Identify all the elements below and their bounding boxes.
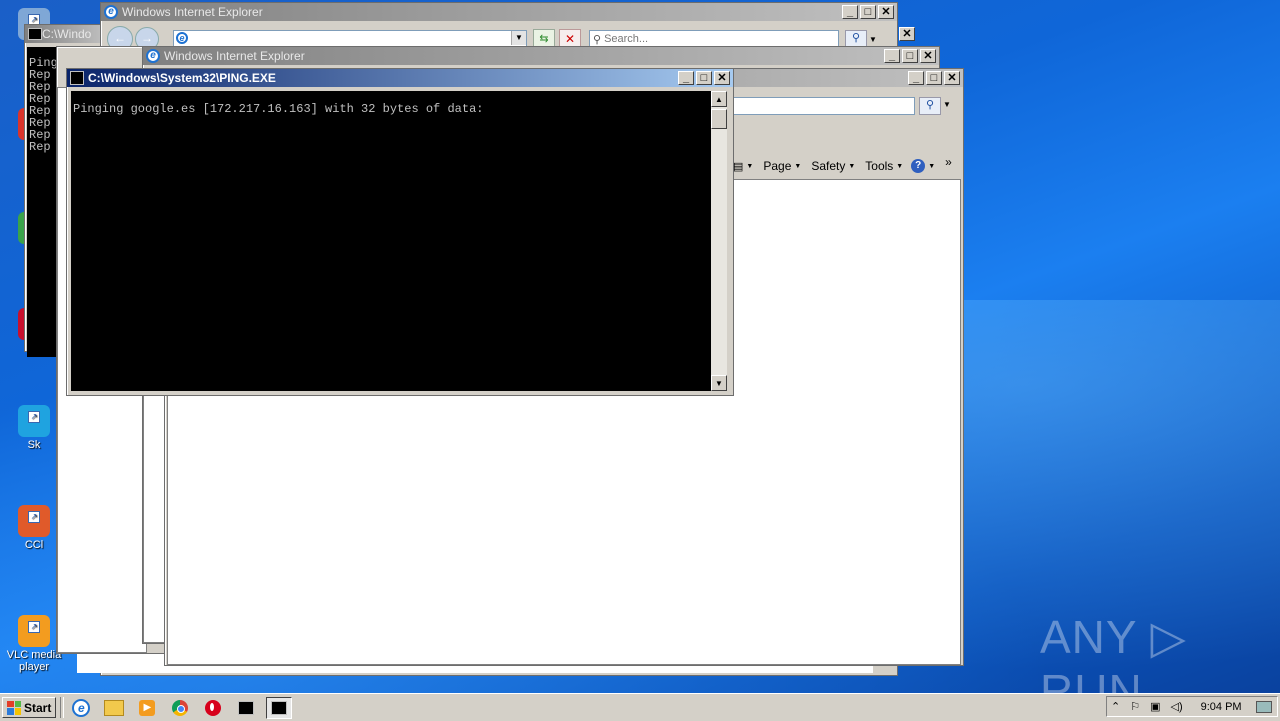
clock[interactable]: 9:04 PM xyxy=(1201,701,1242,713)
close-button[interactable]: ✕ xyxy=(944,71,960,85)
command-bar: ▤ ▼ Page ▼ Safety ▼ Tools ▼ ? ▼ » xyxy=(733,155,952,173)
taskbar-chrome-icon[interactable] xyxy=(167,697,193,719)
ping-output-line: Pinging google.es [172.217.16.163] with … xyxy=(73,102,484,116)
shortcut-arrow-icon: ↗ xyxy=(28,621,40,633)
ping-output: Pinging google.es [172.217.16.163] with … xyxy=(71,91,711,391)
desktop-icon[interactable]: ↗ Sk xyxy=(4,405,64,451)
page-menu[interactable]: Page xyxy=(763,159,791,173)
desktop-icon[interactable]: ↗ CCl xyxy=(4,505,64,551)
close-button[interactable]: ✕ xyxy=(920,49,936,63)
search-placeholder: Search... xyxy=(604,33,649,45)
minimize-button[interactable]: _ xyxy=(842,5,858,19)
maximize-button[interactable]: □ xyxy=(926,71,942,85)
taskbar: Start e ▶ ⌃ ⚐ ▣ ◁) 9:04 PM xyxy=(0,693,1280,721)
cmd-back-titlebar[interactable]: C:\Windo xyxy=(25,25,105,43)
console-scrollbar[interactable]: ▲ ▼ xyxy=(711,91,727,391)
search-icon: ⚲ xyxy=(593,33,602,46)
more-chevron-icon[interactable]: » xyxy=(945,155,952,169)
system-tray: ⌃ ⚐ ▣ ◁) 9:04 PM xyxy=(1106,696,1278,717)
app-icon: ↗ xyxy=(18,615,50,647)
taskbar-cmd-window-button[interactable] xyxy=(233,697,259,719)
action-center-flag-icon[interactable]: ⚐ xyxy=(1130,700,1140,713)
scroll-thumb[interactable] xyxy=(711,109,727,129)
ie-2-title: Windows Internet Explorer xyxy=(164,49,305,63)
minimize-button[interactable]: _ xyxy=(678,71,694,85)
taskbar-ie-icon[interactable]: e xyxy=(68,697,94,719)
desktop-icon-label: Sk xyxy=(27,439,41,451)
minimize-button[interactable]: _ xyxy=(908,71,924,85)
console-icon xyxy=(28,28,42,40)
close-button[interactable]: ✕ xyxy=(878,5,894,19)
safety-menu[interactable]: Safety xyxy=(811,159,845,173)
tools-menu[interactable]: Tools xyxy=(865,159,893,173)
close-button[interactable]: ✕ xyxy=(899,27,915,41)
address-dropdown[interactable]: ▼ xyxy=(511,31,526,45)
cmd-back-title: C:\Windo xyxy=(42,27,92,41)
minimize-button[interactable]: _ xyxy=(884,49,900,63)
ie-back-titlebar[interactable]: e Windows Internet Explorer _ □ ✕ xyxy=(101,3,897,21)
desktop-icon-label: CCl xyxy=(24,539,44,551)
show-desktop-icon[interactable] xyxy=(1255,700,1272,713)
taskbar-ping-window-button[interactable] xyxy=(266,696,293,719)
maximize-button[interactable]: □ xyxy=(696,71,712,85)
shortcut-arrow-icon: ↗ xyxy=(28,511,40,523)
maximize-button[interactable]: □ xyxy=(860,5,876,19)
network-icon[interactable]: ▣ xyxy=(1150,700,1160,713)
ie-front-search-field[interactable] xyxy=(733,97,915,115)
console-icon xyxy=(70,71,84,85)
start-label: Start xyxy=(24,700,52,715)
close-button[interactable]: ✕ xyxy=(714,71,730,85)
maximize-button[interactable]: □ xyxy=(902,49,918,63)
search-button-icon[interactable]: ⚲ xyxy=(919,97,941,115)
show-hidden-icons[interactable]: ⌃ xyxy=(1111,700,1120,713)
page-icon: e xyxy=(176,32,188,44)
ping-console-window[interactable]: C:\Windows\System32\PING.EXE _ □ ✕ Pingi… xyxy=(66,68,734,396)
ping-titlebar[interactable]: C:\Windows\System32\PING.EXE _ □ ✕ xyxy=(67,69,733,87)
taskbar-explorer-icon[interactable] xyxy=(101,697,127,719)
volume-icon[interactable]: ◁) xyxy=(1171,700,1183,713)
desktop-icon-label: VLC media player xyxy=(6,649,62,673)
app-icon: ↗ xyxy=(18,405,50,437)
ie-2-titlebar[interactable]: e Windows Internet Explorer _ □ ✕ xyxy=(143,47,939,65)
ie-icon: e xyxy=(104,5,118,19)
scroll-down-button[interactable]: ▼ xyxy=(711,375,727,391)
shortcut-arrow-icon: ↗ xyxy=(28,411,40,423)
start-button[interactable]: Start xyxy=(2,697,57,718)
ie-icon: e xyxy=(146,49,160,63)
help-icon[interactable]: ? xyxy=(911,159,926,173)
desktop-icon[interactable]: ↗ VLC media player xyxy=(4,615,64,673)
taskbar-opera-icon[interactable] xyxy=(200,697,226,719)
app-icon: ↗ xyxy=(18,505,50,537)
windows-logo-icon xyxy=(7,700,21,715)
ie-back-title: Windows Internet Explorer xyxy=(122,5,263,19)
taskbar-media-player-icon[interactable]: ▶ xyxy=(134,697,160,719)
search-options-icon[interactable]: ▼ xyxy=(869,35,877,44)
print-icon[interactable]: ▤ xyxy=(733,160,743,173)
ping-title: C:\Windows\System32\PING.EXE xyxy=(88,71,276,85)
scroll-up-button[interactable]: ▲ xyxy=(711,91,727,107)
search-options-icon: ▼ xyxy=(943,100,951,109)
